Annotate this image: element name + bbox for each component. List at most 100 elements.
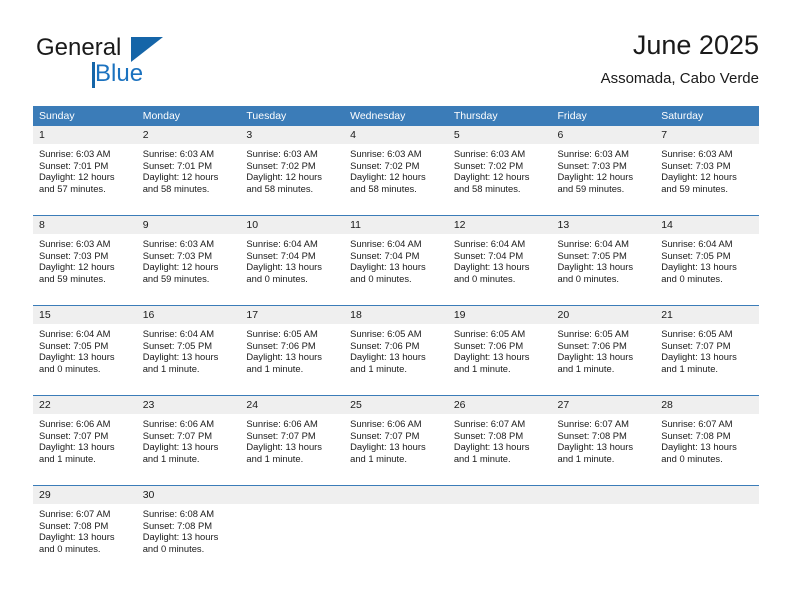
daylight-text-line1: Daylight: 13 hours [453,351,530,363]
calendar-header-row: Sunday Monday Tuesday Wednesday Thursday… [33,106,759,126]
day-number: 30 [136,486,241,504]
calendar-day-cell[interactable]: 18 Sunrise: 6:05 AM Sunset: 7:06 PM Dayligh… [344,305,448,396]
calendar-day-cell[interactable]: 17 Sunrise: 6:05 AM Sunset: 7:06 PM Dayligh… [240,305,345,396]
day-details: Sunrise: 6:03 AM Sunset: 7:02 PM Daylight:… [344,144,448,194]
daylight-text-line2: and 1 minute. [557,362,615,374]
calendar-day-cell[interactable]: 3 Sunrise: 6:03 AM Sunset: 7:02 PM Daylight… [240,126,345,216]
calendar-day-cell[interactable]: 2 Sunrise: 6:03 AM Sunset: 7:01 PM Daylight… [136,126,241,216]
day-details: Sunrise: 6:03 AM Sunset: 7:03 PM Daylight:… [33,234,137,284]
daylight-text-line1: Daylight: 13 hours [246,351,322,363]
calendar-day-cell[interactable]: 27 Sunrise: 6:07 AM Sunset: 7:08 PM Dayligh… [551,395,656,486]
sunrise-text: Sunrise: 6:03 AM [39,238,111,249]
day-number: 14 [655,216,759,234]
calendar-day-cell[interactable]: 9 Sunrise: 6:03 AM Sunset: 7:03 PM Daylight… [136,215,241,306]
sunset-text: Sunset: 7:03 PM [557,159,627,171]
sunrise-sunset-calendar: Sunday Monday Tuesday Wednesday Thursday… [33,106,759,575]
sunset-text: Sunset: 7:04 PM [350,249,420,261]
sunrise-text: Sunrise: 6:04 AM [557,238,629,249]
day-number: 16 [136,306,241,324]
calendar-day-cell[interactable]: 15 Sunrise: 6:04 AM Sunset: 7:05 PM Dayligh… [33,305,137,396]
calendar-day-cell[interactable]: 21 Sunrise: 6:05 AM Sunset: 7:07 PM Dayligh… [655,305,759,396]
daylight-text-line1: Daylight: 13 hours [142,531,219,543]
calendar-day-cell[interactable]: 29 Sunrise: 6:07 AM Sunset: 7:08 PM Dayligh… [33,485,137,575]
day-number: 12 [447,216,552,234]
calendar-day-cell[interactable]: 10 Sunrise: 6:04 AM Sunset: 7:04 PM Dayligh… [240,215,345,306]
calendar-day-cell[interactable]: 22 Sunrise: 6:06 AM Sunset: 7:07 PM Dayligh… [33,395,137,486]
day-details: Sunrise: 6:07 AM Sunset: 7:08 PM Daylight:… [33,504,137,554]
day-number [655,486,759,504]
daylight-text-line1: Daylight: 13 hours [39,441,115,453]
day-details: Sunrise: 6:05 AM Sunset: 7:06 PM Daylight:… [240,324,344,374]
daylight-text-line1: Daylight: 12 hours [39,171,115,183]
logo-triangle-icon [131,37,163,62]
calendar-day-cell[interactable]: 16 Sunrise: 6:04 AM Sunset: 7:05 PM Dayligh… [136,305,241,396]
calendar-day-cell[interactable]: 26 Sunrise: 6:07 AM Sunset: 7:08 PM Dayligh… [447,395,552,486]
calendar-day-cell[interactable]: 30 Sunrise: 6:08 AM Sunset: 7:08 PM Dayligh… [136,485,241,575]
sunset-text: Sunset: 7:07 PM [661,339,731,351]
sunrise-text: Sunrise: 6:03 AM [39,148,111,159]
sunrise-text: Sunrise: 6:04 AM [142,328,215,339]
day-number: 28 [655,396,759,414]
calendar-week-row: 1 Sunrise: 6:03 AM Sunset: 7:01 PM Daylight… [33,126,759,216]
day-number: 13 [551,216,656,234]
sunset-text: Sunset: 7:01 PM [142,159,213,171]
day-number: 21 [655,306,759,324]
day-details: Sunrise: 6:04 AM Sunset: 7:04 PM Daylight:… [344,234,448,284]
calendar-day-cell[interactable]: 24 Sunrise: 6:06 AM Sunset: 7:07 PM Dayligh… [240,395,345,486]
calendar-page: General Blue June 2025 Assomada, Cabo Ve… [0,0,792,612]
daylight-text-line1: Daylight: 13 hours [350,441,426,453]
daylight-text-line1: Daylight: 13 hours [142,351,219,363]
calendar-day-cell[interactable]: 11 Sunrise: 6:04 AM Sunset: 7:04 PM Dayligh… [344,215,448,306]
day-number: 5 [447,126,552,144]
calendar-day-cell[interactable]: 20 Sunrise: 6:05 AM Sunset: 7:06 PM Dayligh… [551,305,656,396]
daylight-text-line2: and 58 minutes. [142,182,210,194]
day-number: 24 [240,396,345,414]
calendar-day-cell[interactable]: 7 Sunrise: 6:03 AM Sunset: 7:03 PM Daylight… [655,126,759,216]
sunrise-text: Sunrise: 6:07 AM [453,418,526,429]
day-number: 4 [344,126,448,144]
day-number: 1 [33,126,137,144]
daylight-text-line2: and 0 minutes. [661,272,723,284]
sunset-text: Sunset: 7:08 PM [661,429,731,441]
day-number: 19 [447,306,552,324]
day-number: 6 [551,126,656,144]
calendar-day-cell[interactable]: 4 Sunrise: 6:03 AM Sunset: 7:02 PM Daylight… [344,126,448,216]
calendar-day-cell[interactable]: 25 Sunrise: 6:06 AM Sunset: 7:07 PM Dayligh… [344,395,448,486]
daylight-text-line2: and 1 minute. [39,452,96,464]
weekday-header-wednesday: Wednesday [344,106,448,126]
sunset-text: Sunset: 7:05 PM [661,249,731,261]
daylight-text-line2: and 0 minutes. [350,272,412,284]
daylight-text-line2: and 1 minute. [453,452,511,464]
calendar-day-cell[interactable]: 5 Sunrise: 6:03 AM Sunset: 7:02 PM Daylight… [447,126,552,216]
calendar-day-cell[interactable]: 8 Sunrise: 6:03 AM Sunset: 7:03 PM Daylight… [33,215,137,306]
daylight-text-line2: and 0 minutes. [142,542,205,554]
calendar-day-cell[interactable]: 1 Sunrise: 6:03 AM Sunset: 7:01 PM Daylight… [33,126,137,216]
calendar-day-cell[interactable]: 19 Sunrise: 6:05 AM Sunset: 7:06 PM Dayligh… [447,305,552,396]
calendar-day-cell-empty [551,485,656,575]
sunrise-text: Sunrise: 6:05 AM [246,328,318,339]
day-details: Sunrise: 6:05 AM Sunset: 7:07 PM Daylight:… [655,324,759,374]
calendar-day-cell[interactable]: 13 Sunrise: 6:04 AM Sunset: 7:05 PM Dayligh… [551,215,656,306]
calendar-day-cell[interactable]: 12 Sunrise: 6:04 AM Sunset: 7:04 PM Dayligh… [447,215,552,306]
daylight-text-line2: and 0 minutes. [453,272,516,284]
weekday-header-monday: Monday [136,106,241,126]
day-details: Sunrise: 6:07 AM Sunset: 7:08 PM Daylight:… [448,414,552,464]
daylight-text-line2: and 59 minutes. [557,182,625,194]
day-details: Sunrise: 6:06 AM Sunset: 7:07 PM Daylight:… [33,414,137,464]
daylight-text-line1: Daylight: 12 hours [142,171,219,183]
day-details: Sunrise: 6:07 AM Sunset: 7:08 PM Daylight:… [552,414,656,464]
calendar-day-cell[interactable]: 23 Sunrise: 6:06 AM Sunset: 7:07 PM Dayligh… [136,395,241,486]
daylight-text-line2: and 1 minute. [350,362,407,374]
daylight-text-line1: Daylight: 13 hours [661,351,737,363]
sunset-text: Sunset: 7:05 PM [39,339,109,351]
day-details: Sunrise: 6:03 AM Sunset: 7:02 PM Daylight:… [240,144,344,194]
day-details: Sunrise: 6:03 AM Sunset: 7:03 PM Daylight:… [655,144,759,194]
sunset-text: Sunset: 7:07 PM [142,429,213,441]
calendar-day-cell[interactable]: 28 Sunrise: 6:07 AM Sunset: 7:08 PM Dayligh… [655,395,759,486]
daylight-text-line1: Daylight: 13 hours [661,441,737,453]
calendar-day-cell[interactable]: 14 Sunrise: 6:04 AM Sunset: 7:05 PM Dayligh… [655,215,759,306]
daylight-text-line2: and 59 minutes. [661,182,728,194]
calendar-day-cell[interactable]: 6 Sunrise: 6:03 AM Sunset: 7:03 PM Daylight… [551,126,656,216]
day-details: Sunrise: 6:08 AM Sunset: 7:08 PM Daylight:… [137,504,241,554]
page-title: June 2025 [632,30,759,60]
